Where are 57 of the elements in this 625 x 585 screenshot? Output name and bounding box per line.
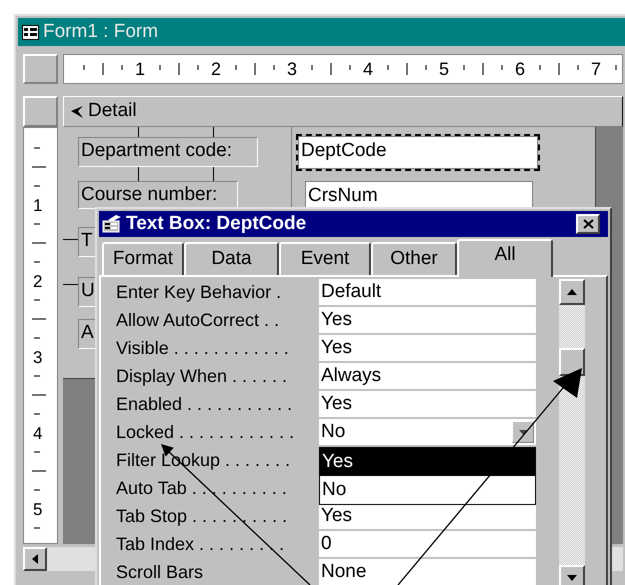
property-value[interactable]: Always (319, 363, 536, 389)
close-button[interactable] (576, 214, 600, 234)
property-label: Display When . . . . . . (116, 364, 288, 388)
property-value[interactable]: None (319, 559, 536, 585)
property-label: Tab Stop . . . . . . . . . . (116, 504, 288, 528)
property-tab[interactable]: Format (102, 242, 184, 275)
scroll-down-button[interactable] (559, 565, 585, 585)
property-tab[interactable]: Data (184, 242, 279, 275)
form-text-box[interactable]: DeptCode (298, 136, 538, 169)
caret-icon (518, 430, 528, 434)
property-value[interactable]: Yes (319, 391, 536, 417)
property-value[interactable]: No (319, 419, 536, 445)
ruler-number: 5 (439, 58, 450, 80)
dropdown-button[interactable] (512, 421, 534, 443)
ruler-number: 3 (33, 349, 42, 367)
property-tab[interactable]: Event (279, 242, 371, 275)
ruler-number: 5 (33, 501, 42, 519)
ruler-number: 7 (591, 58, 602, 80)
ruler-number: 6 (515, 58, 526, 80)
property-tab[interactable]: All (457, 239, 553, 277)
property-label: Allow AutoCorrect . . (116, 308, 280, 332)
section-title: Detail (88, 99, 137, 124)
ruler-number: 2 (33, 273, 42, 291)
property-value[interactable]: Default (319, 279, 536, 305)
dropdown-option[interactable]: Yes (320, 448, 535, 476)
form-label[interactable]: Course number: (78, 181, 238, 209)
property-label: Enter Key Behavior . (116, 280, 282, 304)
dialog-title: Text Box: DeptCode (126, 212, 308, 236)
close-icon (582, 219, 594, 229)
up-arrow-icon (567, 289, 577, 295)
property-value[interactable]: 0 (319, 531, 536, 557)
property-label: Enabled . . . . . . . . . . . (116, 392, 294, 416)
form-icon (22, 24, 39, 40)
property-tab[interactable]: Other (371, 242, 457, 275)
scroll-up-button[interactable] (559, 279, 585, 305)
ruler-number: 4 (363, 58, 374, 80)
property-label: Scroll Bars (116, 560, 204, 584)
property-value[interactable]: Yes (319, 335, 536, 361)
down-arrow-icon (567, 575, 577, 581)
property-label: Visible . . . . . . . . . . . . (116, 336, 290, 360)
section-arrow-icon (70, 104, 84, 118)
property-value[interactable]: Yes (319, 307, 536, 333)
property-value[interactable]: Yes (319, 503, 536, 529)
form-text-box[interactable]: CrsNum (305, 181, 533, 209)
window-title: Form1 : Form (43, 20, 158, 44)
form-label[interactable]: Department code: (78, 137, 258, 167)
left-arrow-icon (32, 554, 38, 564)
ruler-number: 4 (33, 425, 42, 443)
scroll-left-button[interactable] (23, 547, 47, 571)
ruler-number: 1 (33, 197, 42, 215)
ruler-number: 1 (135, 58, 146, 80)
properties-icon (102, 215, 122, 233)
ruler-number: 3 (287, 58, 298, 80)
scroll-thumb[interactable] (559, 348, 585, 376)
ruler-number: 2 (211, 58, 222, 80)
ruler-corner (23, 54, 58, 84)
property-label: Locked . . . . . . . . . . . . (116, 420, 296, 444)
